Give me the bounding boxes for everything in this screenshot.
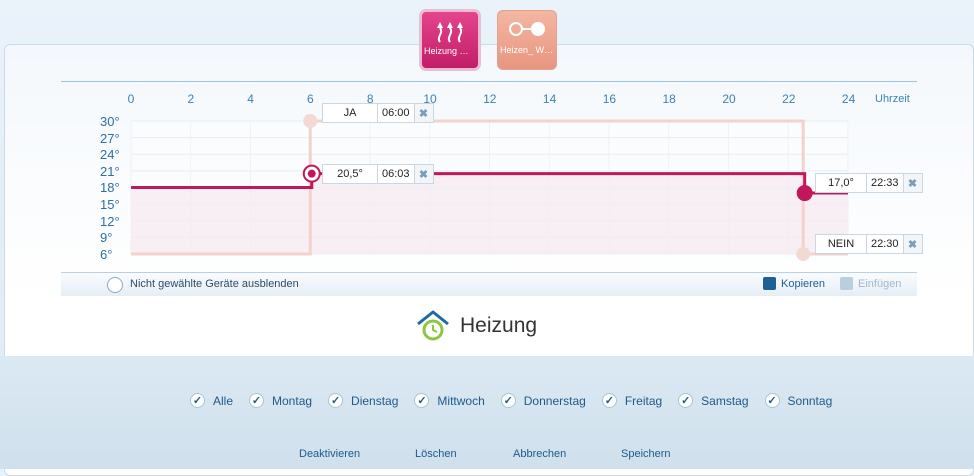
page-title: Heizung <box>460 314 538 337</box>
day-label: Samstag <box>701 393 749 408</box>
checkmark-icon: ✓ <box>764 393 780 408</box>
switch-on-chip[interactable]: JA 06:00 ✖ <box>322 103 434 123</box>
day-label: Sonntag <box>787 393 833 408</box>
temp-end-point <box>796 185 813 202</box>
switch-on-value: JA <box>323 104 378 122</box>
checkmark-icon: ✓ <box>328 393 344 408</box>
checkmark-icon: ✓ <box>601 393 617 408</box>
temp-set-value: 20,5° <box>323 165 378 183</box>
paste-icon <box>840 277 853 290</box>
switch-off-point <box>796 247 811 261</box>
day-checkbox-dienstag[interactable]: ✓ Dienstag <box>328 393 398 408</box>
day-label: Mittwoch <box>437 393 485 408</box>
hide-unselected-label[interactable]: Nicht gewählte Geräte ausblenden <box>130 278 299 290</box>
bottom-bar: ✓ Alle ✓ Montag ✓ Dienstag ✓ Mittwoch ✓ Donnersta… <box>0 356 974 469</box>
copy-label: Kopieren <box>781 277 826 290</box>
checkmark-icon: ✓ <box>414 393 430 408</box>
temp-end-time[interactable]: 22:33 <box>867 174 903 192</box>
chart-toolbar: Nicht gewählte Geräte ausblenden Kopiere… <box>61 272 917 296</box>
paste-button[interactable]: Einfügen <box>840 277 901 290</box>
temp-set-time[interactable]: 06:03 <box>378 165 414 183</box>
title-area: Heizung <box>61 296 917 356</box>
temp-end-chip[interactable]: 17,0° 22:33 ✖ <box>815 173 923 193</box>
copy-button[interactable]: Kopieren <box>763 277 825 290</box>
switch-off-chip[interactable]: NEIN 22:30 ✖ <box>815 234 923 254</box>
cancel-button[interactable]: Abbrechen <box>513 448 566 460</box>
day-checkbox-donnerstag[interactable]: ✓ Donnerstag <box>500 393 586 408</box>
delete-button[interactable]: Löschen <box>415 448 457 460</box>
switch-on-point <box>303 114 318 128</box>
day-label: Alle <box>213 393 234 408</box>
temp-end-value: 17,0° <box>816 174 867 192</box>
switch-on-time[interactable]: 06:00 <box>378 104 414 122</box>
day-label: Donnerstag <box>523 393 586 408</box>
day-checkbox-freitag[interactable]: ✓ Freitag <box>601 393 663 408</box>
switch-off-time[interactable]: 22:30 <box>867 235 903 253</box>
day-checkbox-sonntag[interactable]: ✓ Sonntag <box>764 393 833 408</box>
day-label: Dienstag <box>351 393 399 408</box>
deactivate-button[interactable]: Deaktivieren <box>299 448 360 460</box>
day-checkbox-samstag[interactable]: ✓ Samstag <box>678 393 749 408</box>
switch-off-value: NEIN <box>816 235 867 253</box>
temp-set-point-core <box>307 169 316 178</box>
checkmark-icon: ✓ <box>249 393 265 408</box>
delete-icon[interactable]: ✖ <box>902 174 922 192</box>
checkmark-icon: ✓ <box>500 393 516 408</box>
house-clock-icon <box>417 310 449 341</box>
checkmark-icon: ✓ <box>678 393 694 408</box>
delete-icon[interactable]: ✖ <box>413 104 433 122</box>
paste-label: Einfügen <box>858 277 902 290</box>
day-checkbox-alle[interactable]: ✓ Alle <box>190 393 233 408</box>
delete-icon[interactable]: ✖ <box>413 165 433 183</box>
copy-icon <box>763 277 776 290</box>
hide-unselected-toggle[interactable] <box>107 277 123 293</box>
checkmark-icon: ✓ <box>190 393 205 408</box>
temp-set-chip[interactable]: 20,5° 06:03 ✖ <box>322 164 434 184</box>
day-label: Montag <box>272 393 313 408</box>
day-checkbox-mittwoch[interactable]: ✓ Mittwoch <box>414 393 485 408</box>
save-button[interactable]: Speichern <box>621 448 671 460</box>
day-label: Freitag <box>624 393 663 408</box>
delete-icon[interactable]: ✖ <box>902 235 922 253</box>
weekday-selector: ✓ Alle ✓ Montag ✓ Dienstag ✓ Mittwoch ✓ Donnersta… <box>190 393 848 408</box>
day-checkbox-montag[interactable]: ✓ Montag <box>249 393 312 408</box>
